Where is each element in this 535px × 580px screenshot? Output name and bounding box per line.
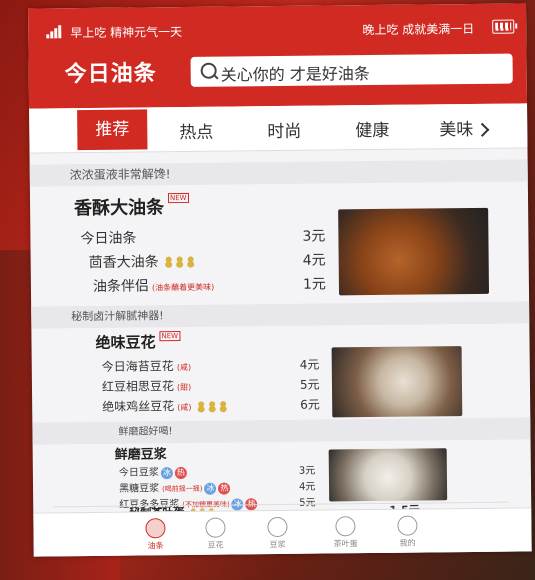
nav-label: 豆浆 bbox=[269, 539, 286, 550]
douhua-photo bbox=[331, 346, 463, 418]
list-item: 今日海苔豆花 (咸) bbox=[102, 357, 191, 375]
nav-label: 我的 bbox=[399, 538, 416, 548]
app-header: 早上吃 精神元气一天 晚上吃 成就美满一日 今日油条 关心你的 才是好油条 bbox=[28, 3, 528, 109]
item-name: 红豆相思豆花 bbox=[101, 379, 175, 394]
tab-recommend[interactable]: 推荐 bbox=[77, 109, 148, 151]
bowl-icon bbox=[205, 517, 226, 538]
search-placeholder: 关心你的 才是好油条 bbox=[220, 64, 370, 85]
tab-delicious-label: 美味 bbox=[439, 119, 474, 141]
egg-icon bbox=[335, 516, 356, 537]
peanut-icon bbox=[187, 256, 195, 268]
nav-label: 茶叶蛋 bbox=[333, 539, 358, 549]
nav-mine[interactable]: 我的 bbox=[377, 515, 437, 549]
category-title: 鲜磨豆浆 bbox=[114, 447, 167, 463]
battery-icon bbox=[492, 19, 515, 34]
nav-youtiao[interactable]: 油条 bbox=[125, 518, 185, 552]
item-name: 黑糖豆浆 bbox=[118, 483, 160, 495]
item-name: 茴香大油条 bbox=[88, 254, 159, 271]
nav-label: 油条 bbox=[147, 541, 164, 551]
section-tagline: 秘制卤汁解腻神器! bbox=[31, 301, 530, 329]
nav-douhua[interactable]: 豆花 bbox=[185, 517, 245, 551]
ice-tag: 冰 bbox=[160, 467, 173, 480]
youtiao-icon bbox=[145, 518, 166, 539]
peanut-icon bbox=[176, 256, 184, 268]
list-item: 今日油条 bbox=[80, 230, 137, 248]
status-right-text: 晚上吃 成就美满一日 bbox=[362, 21, 475, 38]
item-name: 绝味鸡丝豆花 bbox=[102, 399, 175, 414]
tab-bar: 推荐 热点 时尚 健康 美味 bbox=[29, 103, 528, 154]
category-title-text: 香酥大油条 bbox=[74, 197, 165, 220]
list-item: 今日豆浆冰热 bbox=[119, 463, 187, 480]
hot-tag: 热 bbox=[174, 466, 187, 480]
section-tagline: 浓浓蛋液非常解馋! bbox=[29, 159, 528, 187]
bottom-nav: 油条 豆花 豆浆 茶叶蛋 我的 bbox=[33, 507, 532, 557]
item-price: 4元 bbox=[299, 357, 320, 372]
ice-tag: 冰 bbox=[204, 482, 217, 495]
peanut-icon bbox=[219, 400, 227, 412]
item-price: 4元 bbox=[298, 481, 316, 493]
status-bar: 早上吃 精神元气一天 晚上吃 成就美满一日 bbox=[28, 17, 526, 42]
youtiao-photo bbox=[338, 207, 490, 296]
item-name: 油条伴侣 bbox=[92, 278, 150, 295]
item-name: 今日豆浆 bbox=[118, 467, 159, 479]
hot-tag: 热 bbox=[218, 482, 231, 495]
category-title: 香酥大油条 NEW bbox=[74, 192, 189, 220]
new-badge: NEW bbox=[167, 192, 189, 204]
item-price: 6元 bbox=[300, 397, 320, 412]
category-title: 绝味豆花 NEW bbox=[95, 331, 181, 353]
list-item: 油条伴侣 (油条蘸着更美味) bbox=[93, 275, 214, 296]
item-note: (甜) bbox=[176, 382, 192, 393]
item-price: 5元 bbox=[299, 377, 320, 392]
app-title: 今日油条 bbox=[64, 61, 157, 88]
item-note-text: 油条蘸着更美味 bbox=[155, 282, 212, 293]
list-item: 茴香大油条 bbox=[89, 251, 197, 272]
peanut-icon bbox=[197, 400, 205, 413]
peanut-icon bbox=[208, 400, 216, 412]
search-icon bbox=[200, 62, 217, 79]
item-note-text: 咸 bbox=[179, 362, 188, 373]
nav-label: 豆花 bbox=[207, 540, 224, 550]
item-note: (咸) bbox=[176, 362, 192, 373]
tab-fashion[interactable]: 时尚 bbox=[267, 117, 301, 142]
item-price: 5元 bbox=[299, 494, 315, 509]
item-name: 今日海苔豆花 bbox=[101, 359, 174, 374]
item-price: 3元 bbox=[302, 228, 326, 245]
cup-icon bbox=[267, 516, 288, 538]
category-title-text: 绝味豆花 bbox=[95, 333, 156, 352]
list-item: 绝味鸡丝豆花 (咸) bbox=[102, 397, 228, 415]
signal-icon bbox=[46, 24, 62, 39]
list-item: 红豆相思豆花 (甜) bbox=[102, 377, 191, 395]
item-note-text: 喝前摇一摇 bbox=[164, 484, 200, 494]
status-left-text: 早上吃 精神元气一天 bbox=[70, 24, 183, 41]
item-note-text: 甜 bbox=[180, 382, 189, 393]
item-price: 4元 bbox=[302, 252, 326, 269]
soymilk-photo bbox=[328, 448, 448, 502]
chevron-right-icon bbox=[475, 122, 490, 137]
item-note: (喝前摇一摇) bbox=[162, 484, 203, 494]
search-bar[interactable]: 关心你的 才是好油条 bbox=[190, 53, 513, 87]
item-price: 1元 bbox=[302, 276, 326, 293]
user-icon bbox=[397, 515, 418, 536]
item-note: (咸) bbox=[177, 402, 192, 413]
peanut-icon bbox=[165, 256, 173, 268]
item-note: (油条蘸着更美味) bbox=[151, 282, 215, 293]
tab-health[interactable]: 健康 bbox=[355, 116, 389, 141]
tab-delicious[interactable]: 美味 bbox=[439, 115, 490, 141]
nav-soymilk[interactable]: 豆浆 bbox=[247, 516, 307, 551]
new-badge: NEW bbox=[159, 331, 181, 342]
item-price: 3元 bbox=[298, 465, 316, 477]
tab-hot[interactable]: 热点 bbox=[179, 118, 213, 143]
section-tagline: 鲜磨超好喝! bbox=[32, 417, 531, 445]
nav-tea-egg[interactable]: 茶叶蛋 bbox=[315, 516, 375, 550]
item-note-text: 咸 bbox=[180, 402, 189, 413]
menu-sheet: 早上吃 精神元气一天 晚上吃 成就美满一日 今日油条 关心你的 才是好油条 推荐… bbox=[28, 3, 532, 557]
list-item: 黑糖豆浆 (喝前摇一摇) 冰热 bbox=[119, 479, 231, 496]
